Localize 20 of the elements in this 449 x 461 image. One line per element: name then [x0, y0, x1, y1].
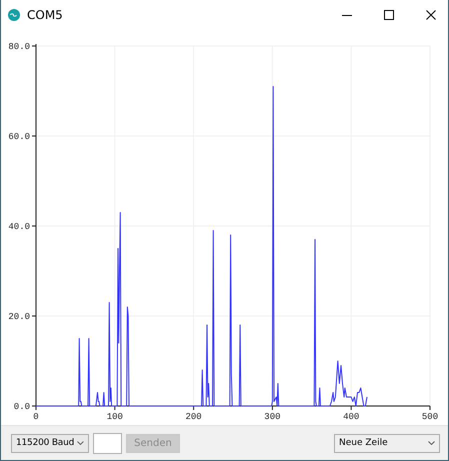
- close-icon[interactable]: [426, 10, 436, 20]
- y-tick-label: 20.0: [8, 312, 30, 322]
- x-tick-label: 100: [106, 412, 123, 422]
- x-tick-label: 0: [33, 412, 39, 422]
- y-tick-label: 80.0: [8, 42, 30, 52]
- baud-rate-select[interactable]: 115200 Baud: [11, 434, 89, 452]
- x-tick-label: 400: [343, 412, 360, 422]
- y-tick-label: 0.0: [14, 402, 30, 412]
- line-ending-select[interactable]: Neue Zeile: [334, 434, 440, 452]
- x-tick-label: 200: [186, 412, 202, 422]
- y-tick-label: 40.0: [8, 222, 30, 232]
- window-title: COM5: [27, 8, 64, 22]
- x-tick-label: 300: [264, 412, 280, 422]
- caret-icon: [77, 441, 84, 445]
- y-tick-label: 60.0: [8, 132, 30, 142]
- maximize-icon[interactable]: [384, 10, 394, 20]
- message-input-field[interactable]: [93, 432, 122, 454]
- app-logo-icon: [8, 9, 20, 21]
- caret-icon: [428, 441, 435, 445]
- x-tick-label: 500: [422, 412, 438, 422]
